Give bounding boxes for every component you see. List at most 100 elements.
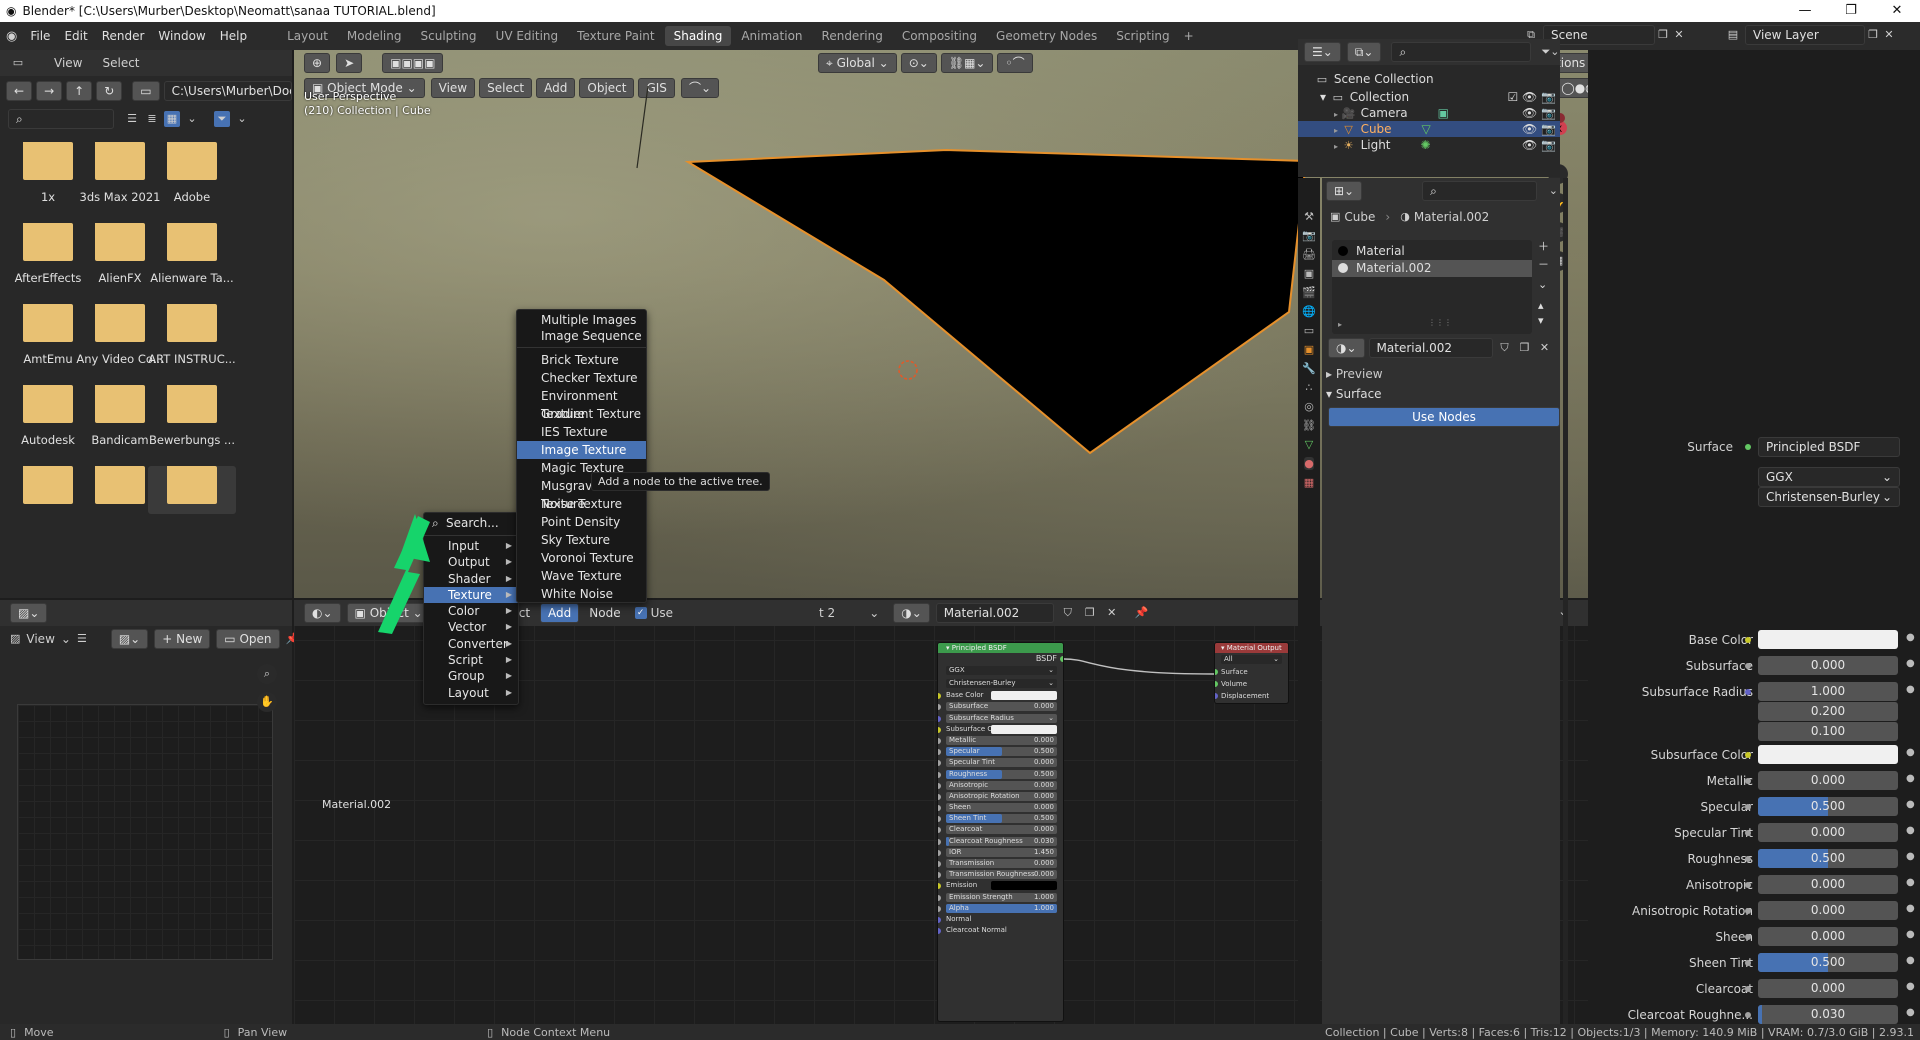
texture-item-image-texture[interactable]: Image Texture	[517, 441, 646, 459]
menu-edit[interactable]: Edit	[57, 29, 94, 43]
add-menu-item-input[interactable]: Input ▶	[424, 538, 518, 554]
menu-render[interactable]: Render	[95, 29, 152, 43]
outliner-type-icon[interactable]: ☰⌄	[1304, 42, 1341, 62]
tab-animation[interactable]: Animation	[732, 26, 811, 46]
value-field[interactable]: 0.000	[1758, 875, 1898, 894]
tab-rendering[interactable]: Rendering	[813, 26, 892, 46]
value-field[interactable]: 0.000	[1758, 656, 1898, 675]
prop-duplicate-icon[interactable]: ❐	[1517, 340, 1533, 356]
menu-help[interactable]: Help	[213, 29, 254, 43]
properties-options-icon[interactable]: ⌄	[1547, 183, 1560, 199]
value-field[interactable]: 0.000	[1758, 823, 1898, 842]
cube-mesh[interactable]	[684, 148, 1308, 455]
remove-slot-icon[interactable]: －	[1538, 256, 1549, 272]
material-slot[interactable]: Material.002	[1332, 260, 1532, 277]
value-field[interactable]: 0.500	[1758, 953, 1898, 972]
world-tab-icon[interactable]: 🌐	[1302, 305, 1316, 318]
texture-item-wave-texture[interactable]: Wave Texture	[517, 567, 646, 585]
properties-type-icon[interactable]: ⊞⌄	[1326, 181, 1363, 201]
tab-sculpting[interactable]: Sculpting	[412, 26, 486, 46]
texture-item-noise-texture[interactable]: Noise Texture	[517, 495, 646, 513]
detail-view-icon[interactable]: ≣	[144, 111, 160, 127]
back-icon[interactable]: ←	[6, 81, 33, 101]
keyframe-dot-icon[interactable]: ●	[1906, 955, 1915, 966]
color-field[interactable]	[1758, 630, 1898, 649]
value-field[interactable]: 0.030	[1758, 1005, 1898, 1024]
collection-tab-icon[interactable]: ▭	[1304, 324, 1314, 337]
add-menu-item-layout[interactable]: Layout ▶	[424, 685, 518, 701]
image-editor-type-icon[interactable]: ▨⌄	[10, 603, 48, 623]
render-tab-icon[interactable]: 📷	[1302, 229, 1316, 242]
outliner-item-light[interactable]: ▸ ☀ Light ✺ 👁 📷	[1298, 137, 1560, 153]
texture-tab-icon[interactable]: ▦	[1304, 476, 1314, 489]
value-field[interactable]: 0.000	[1758, 927, 1898, 946]
value-field[interactable]: 0.100	[1758, 722, 1898, 741]
add-menu-item-color[interactable]: Color ▶	[424, 603, 518, 619]
fb-view-menu[interactable]: View	[54, 56, 82, 70]
add-menu-search[interactable]: ⌕ Search...	[424, 513, 518, 533]
add-workspace-icon[interactable]: +	[1184, 29, 1194, 43]
keyframe-dot-icon[interactable]: ●	[1906, 684, 1915, 695]
new-view-layer-icon[interactable]: ❐	[1865, 27, 1881, 43]
image-browse-icon[interactable]: ▨⌄	[110, 629, 149, 649]
value-field[interactable]: 0.000	[1758, 979, 1898, 998]
texture-item-sky-texture[interactable]: Sky Texture	[517, 531, 646, 549]
display-mode-icon[interactable]: ⧉⌄	[1346, 42, 1382, 62]
properties-search-input[interactable]: ⌕	[1422, 181, 1537, 201]
output-tab-icon[interactable]: 🖨	[1302, 248, 1316, 261]
move-slot-down-icon[interactable]: ▾	[1538, 314, 1549, 327]
prop-fake-user-icon[interactable]: ⛉	[1497, 340, 1513, 356]
outliner-item-cube[interactable]: ▸ ▽ Cube ▽ 👁 📷	[1298, 121, 1560, 137]
outliner-filter-icon[interactable]: ⏷⌄	[1541, 44, 1559, 60]
value-field[interactable]: 0.500	[1758, 849, 1898, 868]
add-menu-item-output[interactable]: Output ▶	[424, 554, 518, 570]
collection-row[interactable]: ▾ ▭ Collection ☑ 👁 📷	[1298, 89, 1560, 105]
scene-tab-icon[interactable]: 🎬	[1302, 286, 1316, 299]
new-image-button[interactable]: + New	[154, 629, 211, 649]
menu-file[interactable]: File	[23, 29, 57, 43]
forward-icon[interactable]: →	[36, 81, 63, 101]
close-button[interactable]: ✕	[1874, 0, 1920, 22]
data-icon[interactable]: ▽	[1422, 122, 1431, 136]
use-nodes-button[interactable]: Use Nodes	[1328, 407, 1560, 427]
add-menu-item-texture[interactable]: Texture ▶	[424, 586, 518, 604]
data-icon[interactable]: ▣	[1438, 106, 1449, 120]
thumbnail-view-icon[interactable]: ▦	[164, 111, 180, 127]
preview-panel-header[interactable]: ▸ Preview	[1326, 364, 1560, 384]
tab-uv-editing[interactable]: UV Editing	[487, 26, 568, 46]
texture-item-white-noise[interactable]: White Noise	[517, 585, 646, 603]
outliner-search-input[interactable]: ⌕	[1391, 42, 1532, 62]
add-menu-item-script[interactable]: Script ▶	[424, 652, 518, 668]
new-folder-icon[interactable]: ▭	[132, 81, 160, 101]
image-canvas[interactable]	[17, 704, 273, 960]
fb-select-menu[interactable]: Select	[102, 56, 139, 70]
prop-dist-dropdown[interactable]: GGX ⌄	[1758, 467, 1900, 487]
fb-search-input[interactable]: ⌕	[8, 109, 114, 129]
keyframe-dot-icon[interactable]: ●	[1906, 981, 1915, 992]
add-menu-item-converter[interactable]: Converter ▶	[424, 636, 518, 652]
value-field[interactable]: 0.500	[1758, 797, 1898, 816]
filter-icon[interactable]: ⏷	[214, 111, 230, 127]
delete-scene-icon[interactable]: ✕	[1671, 27, 1687, 43]
visibility-toggles-icon[interactable]: 👁 📷	[1522, 121, 1556, 137]
refresh-icon[interactable]: ↻	[96, 81, 123, 101]
prop-unlink-icon[interactable]: ✕	[1537, 340, 1553, 356]
texture-item-point-density[interactable]: Point Density	[517, 513, 646, 531]
new-scene-icon[interactable]: ❐	[1655, 27, 1671, 43]
keyframe-dot-icon[interactable]: ●	[1906, 773, 1915, 784]
tab-texture-paint[interactable]: Texture Paint	[568, 26, 663, 46]
keyframe-dot-icon[interactable]: ●	[1906, 747, 1915, 758]
value-field[interactable]: 0.000	[1758, 901, 1898, 920]
keyframe-dot-icon[interactable]: ●	[1906, 1007, 1915, 1018]
path-field[interactable]: C:\Users\Murber\Docu...	[163, 81, 292, 101]
surface-panel-header[interactable]: ▾ Surface	[1326, 384, 1560, 404]
parent-dir-icon[interactable]: ↑	[66, 81, 93, 101]
list-expand-icon[interactable]: ▸	[1338, 320, 1342, 329]
maximize-button[interactable]: ❐	[1828, 0, 1874, 22]
color-field[interactable]	[1758, 745, 1898, 764]
image-mode-icon[interactable]: ▨	[10, 631, 20, 647]
ie-pan-icon[interactable]: ✋	[257, 692, 277, 712]
visibility-toggles-icon[interactable]: 👁 📷	[1522, 137, 1556, 153]
open-image-button[interactable]: ▭ Open	[216, 629, 280, 649]
tool-tab-icon[interactable]: ⚒	[1304, 210, 1314, 223]
